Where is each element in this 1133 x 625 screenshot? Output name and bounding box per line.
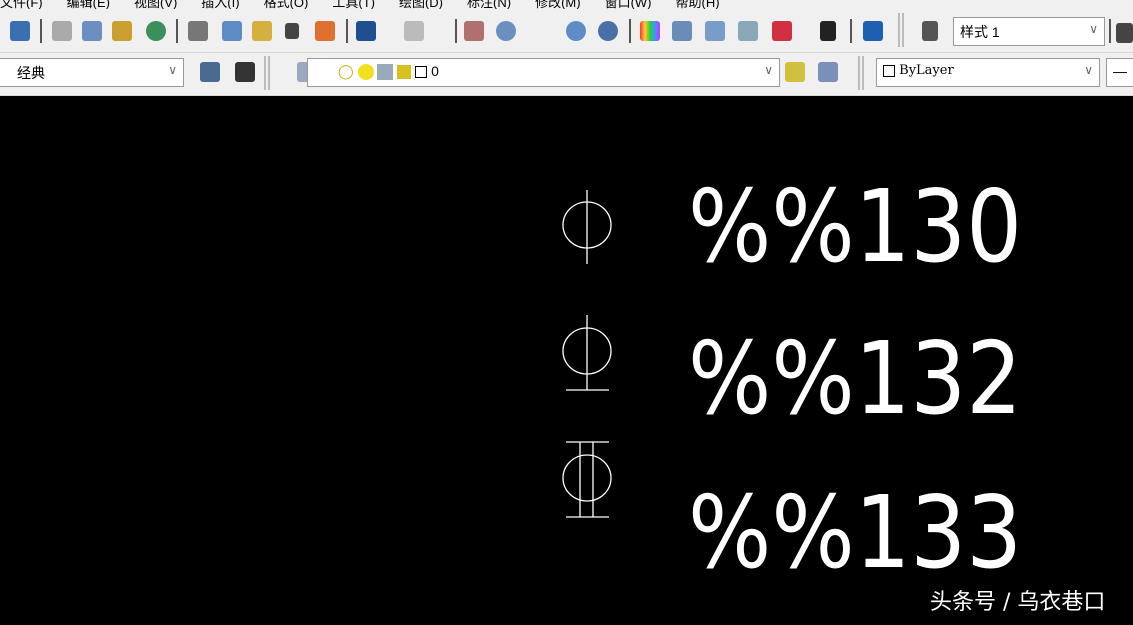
layer-value: 0	[431, 63, 439, 79]
code-text-132: %%132	[688, 320, 1022, 437]
zoom-realtime-icon[interactable]	[496, 21, 516, 41]
plot-preview-icon[interactable]	[82, 21, 102, 41]
menu-help[interactable]: 帮助(H)	[676, 0, 720, 9]
separator	[629, 19, 631, 43]
menu-insert[interactable]: 插入(I)	[201, 0, 239, 9]
menu-file[interactable]: 文件(F)	[0, 0, 43, 9]
pan-icon[interactable]	[464, 21, 484, 41]
calculator-icon[interactable]	[820, 21, 836, 41]
layer-thaw-icon	[357, 64, 374, 81]
color-swatch	[883, 64, 895, 77]
text-style-select[interactable]: 样式 1 ∨	[953, 17, 1105, 46]
separator	[1109, 19, 1111, 43]
dimension-style-icon[interactable]	[1116, 23, 1133, 43]
linetype-select[interactable]: —	[1106, 58, 1133, 87]
menu-view[interactable]: 视图(V)	[134, 0, 177, 9]
code-text-133: %%133	[688, 474, 1022, 591]
cut-icon[interactable]	[188, 21, 208, 41]
publish-icon[interactable]	[112, 21, 132, 41]
chevron-down-icon: ∨	[1089, 22, 1098, 36]
layers-toolbar: 经典 ∨ ◯ 0 ∨ ByLayer ∨ —	[0, 53, 1133, 96]
copy-icon[interactable]	[222, 21, 242, 41]
standard-toolbar: 样式 1 ∨	[0, 9, 1133, 53]
chevron-down-icon: ∨	[168, 63, 177, 77]
separator	[346, 19, 348, 43]
linetype-preview: —	[1113, 63, 1127, 79]
sheet-set-icon[interactable]	[738, 21, 758, 41]
toolbar-grip[interactable]	[898, 13, 904, 47]
diameter-bar-below-symbol	[562, 315, 612, 391]
text-style-value: 样式 1	[960, 24, 1000, 40]
menu-format[interactable]: 格式(O)	[264, 0, 309, 9]
separator	[176, 19, 178, 43]
layer-on-icon: ◯	[338, 63, 354, 79]
menu-tools[interactable]: 工具(T)	[332, 0, 375, 9]
menu-bar: 文件(F) 编辑(E) 视图(V) 插入(I) 格式(O) 工具(T) 绘图(D) 标注(N)…	[0, 0, 1133, 9]
separator	[455, 19, 457, 43]
workspace-value: 经典	[17, 65, 45, 81]
layer-previous-icon[interactable]	[818, 62, 838, 82]
redo-icon[interactable]	[404, 21, 424, 41]
paste-icon[interactable]	[252, 21, 272, 41]
properties-icon[interactable]	[640, 21, 660, 41]
text-style-icon[interactable]	[922, 21, 938, 41]
chevron-down-icon: ∨	[764, 63, 773, 77]
menu-modify[interactable]: 修改(M)	[535, 0, 581, 9]
save-icon[interactable]	[10, 21, 30, 41]
drawing-canvas[interactable]: %%130 %%132 %%133	[0, 96, 1133, 620]
separator	[850, 19, 852, 43]
code-text-130: %%130	[688, 168, 1022, 285]
help-icon[interactable]	[863, 21, 883, 41]
layer-unlock-icon	[397, 65, 412, 80]
menu-draw[interactable]: 绘图(D)	[399, 0, 443, 9]
color-select[interactable]: ByLayer ∨	[876, 58, 1100, 87]
diameter-symbol	[562, 190, 612, 264]
match-properties-icon[interactable]	[285, 23, 299, 39]
diameter-bars-both-symbol	[562, 441, 612, 518]
undo-icon[interactable]	[356, 21, 376, 41]
separator	[40, 19, 42, 43]
design-center-icon[interactable]	[672, 21, 692, 41]
zoom-previous-icon[interactable]	[598, 21, 618, 41]
menu-dimension[interactable]: 标注(N)	[467, 0, 511, 9]
drawing-area: %%130 %%132 %%133	[562, 168, 1022, 591]
workspace-select[interactable]: 经典 ∨	[0, 58, 184, 87]
watermark: 头条号 / 乌衣巷口	[930, 590, 1106, 615]
tool-palettes-icon[interactable]	[705, 21, 725, 41]
zoom-window-icon[interactable]	[566, 21, 586, 41]
menu-edit[interactable]: 编辑(E)	[67, 0, 110, 9]
chevron-down-icon: ∨	[1084, 63, 1093, 77]
toolbar-grip[interactable]	[858, 56, 864, 90]
markup-icon[interactable]	[772, 21, 792, 41]
layer-select[interactable]: ◯ 0 ∨	[307, 58, 780, 87]
3d-dwf-icon[interactable]	[146, 21, 166, 41]
color-value: ByLayer	[899, 63, 954, 78]
block-editor-icon[interactable]	[315, 21, 335, 41]
make-current-layer-icon[interactable]	[785, 62, 805, 82]
layer-viewport-icon	[377, 64, 394, 81]
layer-color-swatch	[415, 66, 428, 79]
toolbar-grip[interactable]	[264, 56, 270, 90]
plot-icon[interactable]	[52, 21, 72, 41]
my-workspace-icon[interactable]	[235, 62, 255, 82]
menu-window[interactable]: 窗口(W)	[605, 0, 652, 9]
workspace-settings-icon[interactable]	[200, 62, 220, 82]
